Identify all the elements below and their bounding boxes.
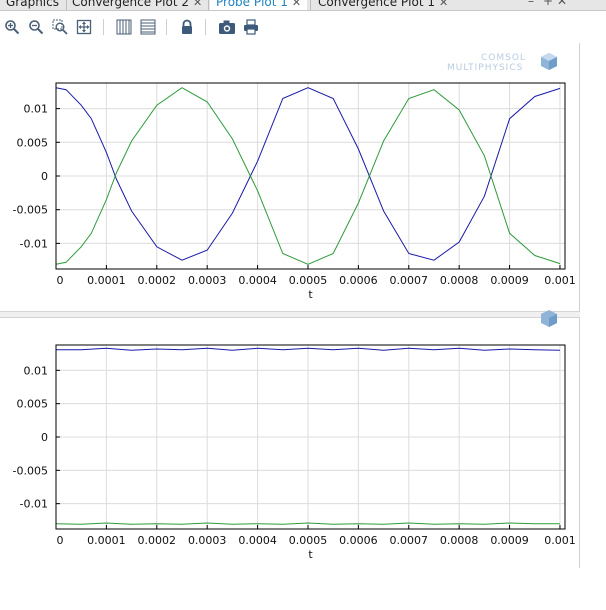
- lock-icon: [182, 19, 192, 34]
- tab-separator: [310, 0, 311, 10]
- x-tick-label: 0.0006: [339, 274, 378, 287]
- tab-separator: [66, 0, 67, 10]
- x-tick-label: 0.0004: [238, 534, 277, 547]
- x-tick-label: 0.001: [544, 534, 576, 547]
- close-icon[interactable]: ✕: [439, 0, 448, 9]
- toolbar-separator: [103, 19, 104, 35]
- x-tick-label: 0.0003: [188, 274, 227, 287]
- maximize-icon[interactable]: +: [543, 0, 553, 8]
- x-tick-label: 0.0005: [289, 534, 328, 547]
- zoom-extents-button[interactable]: [74, 17, 94, 37]
- line-chart[interactable]: 0 0.0001 0.0002 0.0003 0.0004 0.0005 0.0006 0.0…: [0, 43, 580, 311]
- x-tick-label: 0.0007: [390, 534, 429, 547]
- plot-border: [579, 318, 580, 568]
- tab-graphics[interactable]: Graphics: [6, 0, 59, 10]
- cube-icon: [541, 310, 557, 327]
- line-chart[interactable]: 0 0.0001 0.0002 0.0003 0.0004 0.0005 0.0006 0.0…: [0, 318, 580, 568]
- x-tick-label: 0.0002: [138, 534, 177, 547]
- y-grid-icon: [140, 19, 156, 35]
- zoom-box-button[interactable]: [50, 17, 70, 37]
- x-tick-label: 0.0002: [138, 274, 177, 287]
- comsol-logo: COMSOL MULTIPHYSICS: [447, 53, 557, 73]
- toolbar-separator: [205, 19, 206, 35]
- tab-label: Convergence Plot 2: [72, 0, 189, 9]
- x-tick-label: 0.0009: [490, 534, 529, 547]
- y-tick-label: -0.005: [13, 464, 48, 477]
- image-snapshot-button[interactable]: [217, 17, 237, 37]
- x-axis-label: t: [308, 548, 313, 561]
- print-button[interactable]: [241, 17, 261, 37]
- tab-convergence-plot-2[interactable]: Convergence Plot 2 ✕: [72, 0, 202, 10]
- tab-label: Probe Plot 1: [216, 0, 288, 9]
- x-tick-label: 0: [57, 274, 64, 287]
- x-tick-label: 0.0009: [490, 274, 529, 287]
- y-tick-label: 0.01: [24, 103, 49, 116]
- x-tick-label: 0.0001: [87, 274, 126, 287]
- logo-text-line2: MULTIPHYSICS: [447, 63, 523, 73]
- x-tick-label: 0.001: [544, 274, 576, 287]
- x-tick-label: 0.0008: [440, 274, 479, 287]
- close-icon[interactable]: ✕: [292, 0, 301, 9]
- x-tick-label: 0.0008: [440, 534, 479, 547]
- tab-convergence-plot-1[interactable]: Convergence Plot 1 ✕: [318, 0, 448, 10]
- close-view-icon[interactable]: ✕: [557, 0, 567, 8]
- print-icon: [244, 19, 258, 35]
- logo-text-line1: COMSOL: [481, 53, 526, 63]
- y-tick-label: -0.01: [20, 498, 48, 511]
- zoom-in-icon: [5, 20, 20, 35]
- y-tick-label: 0.005: [17, 398, 49, 411]
- y-tick-label: 0.005: [17, 136, 49, 149]
- y-tick-label: -0.01: [20, 237, 48, 250]
- plot-border: [579, 43, 580, 311]
- zoom-extents-icon: [76, 19, 92, 35]
- zoom-out-icon: [29, 20, 44, 35]
- camera-icon: [219, 20, 235, 34]
- toolbar-separator: [166, 19, 167, 35]
- x-tick-label: 0.0006: [339, 534, 378, 547]
- zoom-out-button[interactable]: [26, 17, 46, 37]
- x-tick-label: 0: [57, 534, 64, 547]
- x-grid-button[interactable]: [114, 17, 134, 37]
- x-axis-label: t: [308, 288, 313, 301]
- tab-bar: Graphics Convergence Plot 2 ✕ Probe Plot …: [0, 0, 606, 11]
- tab-separator: [208, 0, 209, 10]
- zoom-in-button[interactable]: [2, 17, 22, 37]
- tab-probe-plot-1[interactable]: Probe Plot 1 ✕: [210, 0, 308, 10]
- comsol-logo: [541, 310, 557, 327]
- zoom-box-icon: [52, 19, 68, 35]
- y-tick-label: 0: [41, 431, 48, 444]
- tab-label: Graphics: [6, 0, 59, 9]
- x-tick-label: 0.0007: [390, 274, 429, 287]
- y-tick-label: 0: [41, 170, 48, 183]
- probe-plot-2: 0 0.0001 0.0002 0.0003 0.0004 0.0005 0.0006 0.0…: [0, 310, 580, 568]
- plot-toolbar: [0, 11, 606, 43]
- cube-icon: [541, 53, 557, 70]
- close-icon[interactable]: ✕: [193, 0, 202, 9]
- tab-label: Convergence Plot 1: [318, 0, 435, 9]
- probe-plot-1: COMSOL MULTIPHYSICS 0 0.0001 0.0002 0.0003 0…: [0, 43, 580, 311]
- y-tick-label: -0.005: [13, 204, 48, 217]
- lock-axis-button[interactable]: [177, 17, 197, 37]
- x-tick-label: 0.0003: [188, 534, 227, 547]
- x-tick-label: 0.0005: [289, 274, 328, 287]
- x-grid-icon: [116, 19, 132, 35]
- y-tick-label: 0.01: [24, 364, 49, 377]
- x-tick-label: 0.0001: [87, 534, 126, 547]
- x-tick-label: 0.0004: [238, 274, 277, 287]
- minimize-icon[interactable]: –: [528, 0, 534, 8]
- y-grid-button[interactable]: [138, 17, 158, 37]
